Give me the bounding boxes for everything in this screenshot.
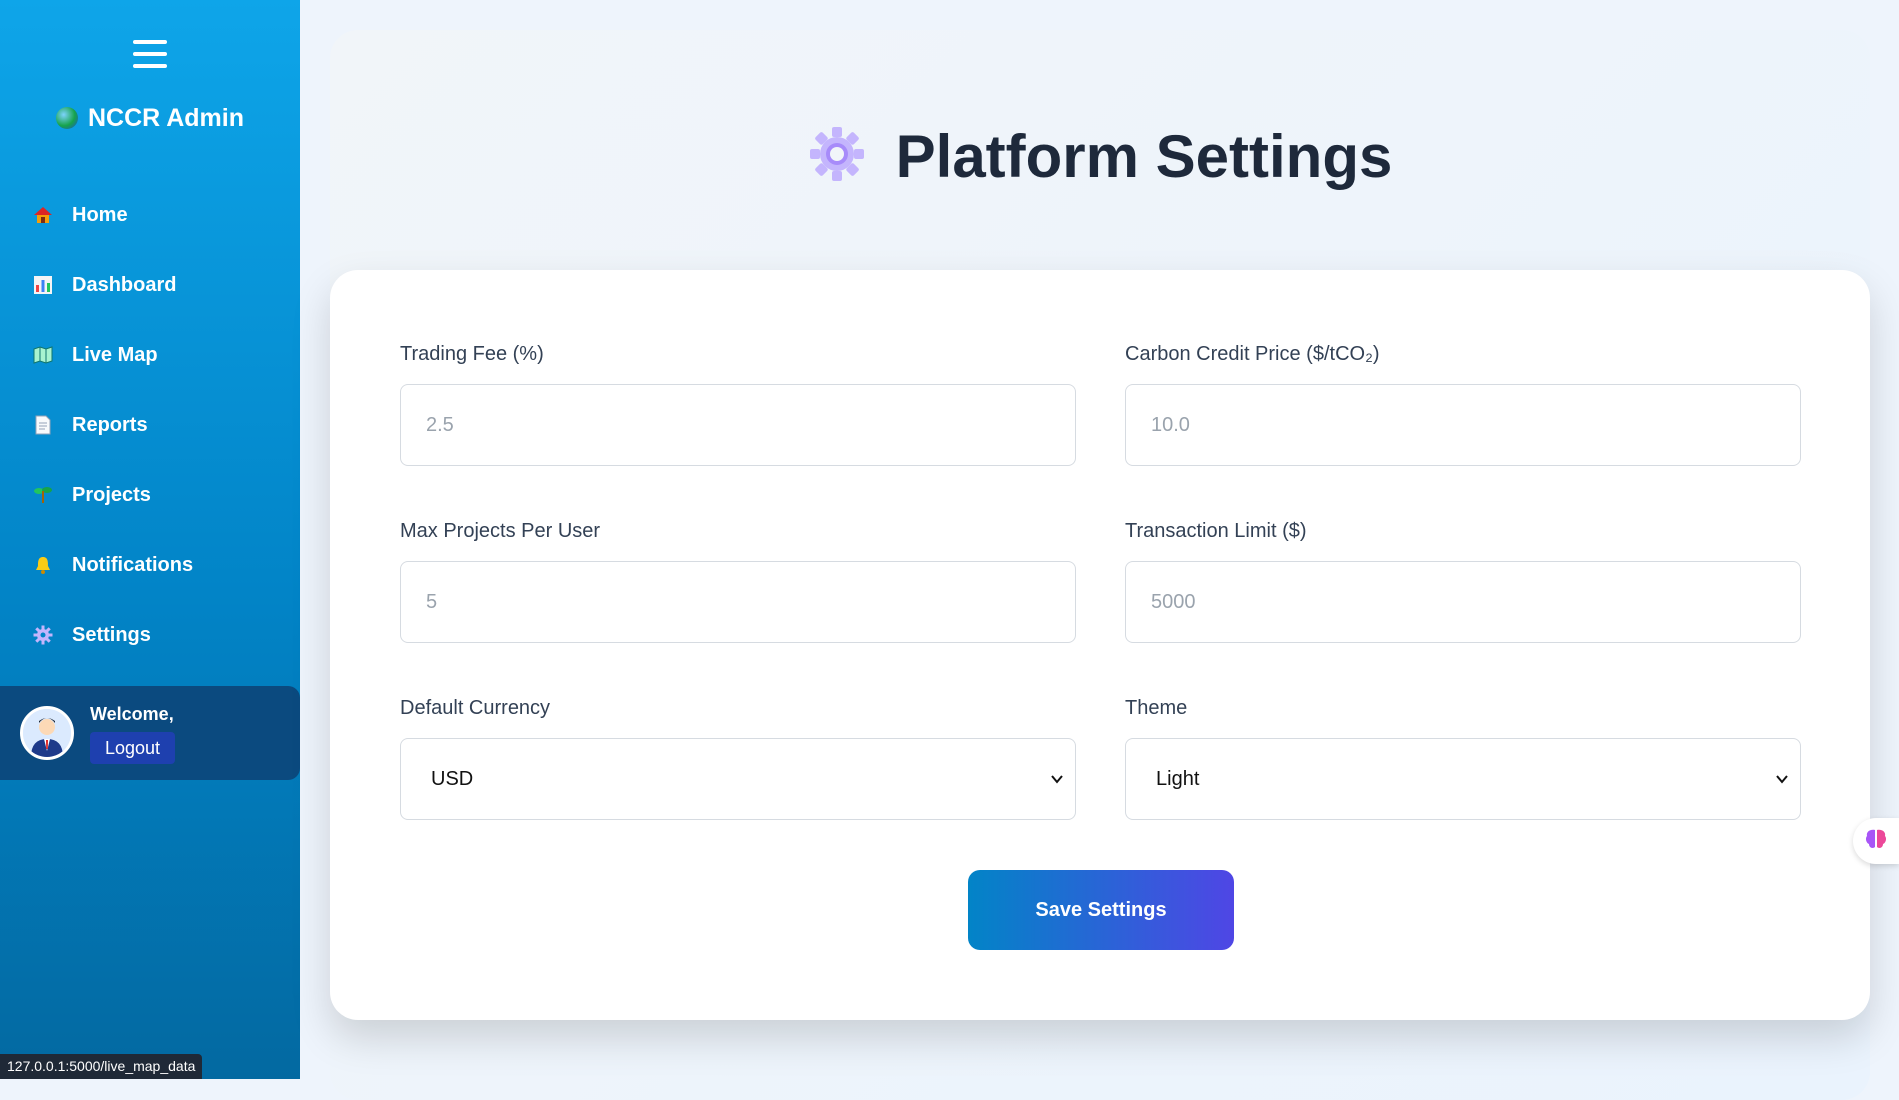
settings-form: Trading Fee (%) Carbon Credit Price ($/t… (330, 270, 1870, 1020)
sidebar: NCCR Admin Home Dashboard Live Map Repor… (0, 0, 300, 1079)
sidebar-item-projects[interactable]: Projects (0, 460, 300, 530)
default-currency-field: Default Currency USD (400, 697, 1076, 820)
sidebar-item-notifications[interactable]: Notifications (0, 530, 300, 600)
avatar (20, 706, 74, 760)
document-icon (33, 415, 53, 435)
brain-icon (1864, 828, 1888, 855)
sidebar-nav: Home Dashboard Live Map Reports Projects (0, 180, 300, 670)
hamburger-menu-icon[interactable] (133, 40, 167, 72)
transaction-limit-input[interactable] (1125, 561, 1801, 643)
sidebar-item-label: Notifications (72, 553, 194, 576)
welcome-text: Welcome, (90, 704, 174, 724)
gear-icon (808, 125, 866, 183)
transaction-limit-field: Transaction Limit ($) (1125, 520, 1801, 643)
max-projects-field: Max Projects Per User (400, 520, 1076, 643)
bar-chart-icon (33, 275, 53, 295)
carbon-price-input[interactable] (1125, 384, 1801, 466)
page-title: Platform Settings (330, 122, 1870, 191)
sidebar-item-label: Projects (72, 483, 151, 506)
sidebar-item-label: Dashboard (72, 273, 177, 296)
user-panel: Welcome, Logout (0, 686, 300, 780)
sidebar-item-live-map[interactable]: Live Map (0, 320, 300, 390)
theme-field: Theme Light (1125, 697, 1801, 820)
default-currency-label: Default Currency (400, 697, 551, 719)
default-currency-select[interactable]: USD (400, 738, 1076, 820)
sidebar-item-settings[interactable]: Settings (0, 600, 300, 670)
sidebar-item-label: Reports (72, 413, 148, 436)
transaction-limit-label: Transaction Limit ($) (1125, 520, 1307, 542)
max-projects-label: Max Projects Per User (400, 520, 601, 542)
bell-icon (33, 555, 53, 575)
max-projects-input[interactable] (400, 561, 1076, 643)
default-currency-select-wrap: USD (400, 738, 1076, 820)
brand: NCCR Admin (0, 104, 300, 133)
sidebar-item-dashboard[interactable]: Dashboard (0, 250, 300, 320)
trading-fee-field: Trading Fee (%) (400, 343, 1076, 466)
theme-select-wrap: Light (1125, 738, 1801, 820)
theme-label: Theme (1125, 697, 1188, 719)
status-bar-url: 127.0.0.1:5000/live_map_data (0, 1054, 203, 1079)
gear-icon (33, 625, 53, 645)
carbon-price-field: Carbon Credit Price ($/tCO₂) (1125, 343, 1801, 466)
sidebar-item-label: Home (72, 203, 128, 226)
save-settings-button[interactable]: Save Settings (968, 870, 1234, 950)
house-icon (33, 205, 53, 225)
sidebar-item-home[interactable]: Home (0, 180, 300, 250)
sidebar-item-reports[interactable]: Reports (0, 390, 300, 460)
theme-select[interactable]: Light (1125, 738, 1801, 820)
map-icon (33, 345, 53, 365)
globe-icon (55, 107, 78, 129)
trading-fee-input[interactable] (400, 384, 1076, 466)
carbon-price-label: Carbon Credit Price ($/tCO₂) (1125, 343, 1380, 365)
assistant-button[interactable] (1853, 818, 1899, 864)
brand-name: NCCR Admin (87, 104, 244, 132)
sidebar-item-label: Live Map (72, 343, 158, 366)
seedling-icon (33, 485, 53, 505)
trading-fee-label: Trading Fee (%) (400, 343, 544, 365)
page-title-text: Platform Settings (895, 123, 1393, 190)
sidebar-item-label: Settings (72, 623, 151, 646)
logout-button[interactable]: Logout (90, 732, 176, 764)
